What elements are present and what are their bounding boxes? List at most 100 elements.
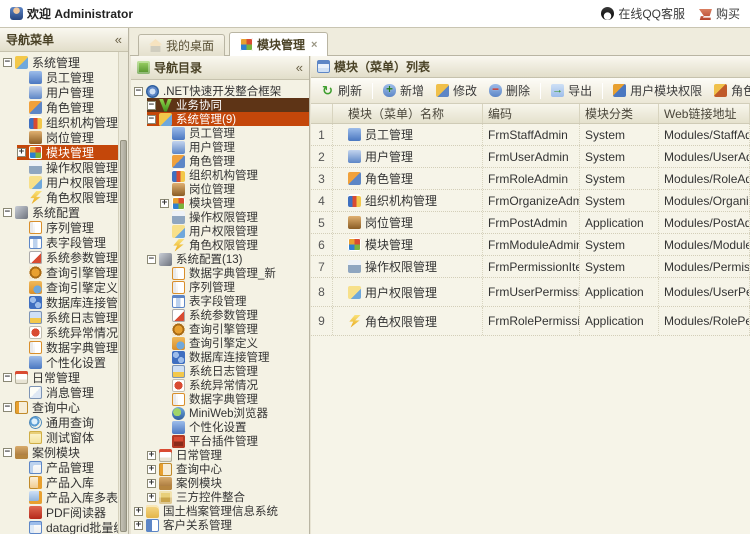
tree-item[interactable]: 数据字典管理 xyxy=(0,340,118,355)
tree-item[interactable]: 表字段管理 xyxy=(0,235,118,250)
tree-item[interactable]: 个性化设置 xyxy=(131,420,309,434)
tree-item[interactable]: 数据字典管理 xyxy=(131,392,309,406)
tree-item[interactable]: 日常管理 xyxy=(131,448,309,462)
column-header[interactable]: 编码 xyxy=(483,104,580,123)
toolbar-button[interactable]: 修改 xyxy=(430,79,483,102)
tree-item[interactable]: MiniWeb浏览器 xyxy=(131,406,309,420)
tree-item[interactable]: 用户管理 xyxy=(0,85,118,100)
table-row[interactable]: 2 用户管理 FrmUserAdminSystemModules/UserAdmin xyxy=(311,146,750,168)
tree-item[interactable]: 测试窗体 xyxy=(0,430,118,445)
tree-item[interactable]: 查询引擎管理 xyxy=(0,265,118,280)
tree-item[interactable]: datagrid批量编辑 xyxy=(0,520,118,534)
tree-item[interactable]: 角色权限管理 xyxy=(131,238,309,252)
expand-toggle[interactable] xyxy=(147,478,156,488)
tree-item[interactable]: 日常管理 xyxy=(0,370,118,385)
expand-toggle[interactable] xyxy=(3,373,12,382)
tree-item[interactable]: 系统配置 xyxy=(0,205,118,220)
tree-item[interactable]: 系统日志管理 xyxy=(131,364,309,378)
close-icon[interactable]: × xyxy=(311,39,317,51)
left-scrollbar[interactable] xyxy=(118,52,128,534)
tree-item[interactable]: 模块管理 xyxy=(0,145,118,160)
tree-item[interactable]: 系统管理 xyxy=(0,55,118,70)
column-header[interactable] xyxy=(311,104,333,123)
table-row[interactable]: 8 用户权限管理 FrmUserPermissionAApplicationModu… xyxy=(311,278,750,307)
column-header[interactable]: Web链接地址 xyxy=(659,104,750,123)
expand-toggle[interactable] xyxy=(147,254,156,264)
tree-item[interactable]: 操作权限管理 xyxy=(131,210,309,224)
tree-item[interactable]: 组织机构管理 xyxy=(131,168,309,182)
tree-item[interactable]: 角色管理 xyxy=(0,100,118,115)
tree-item[interactable]: 序列管理 xyxy=(131,280,309,294)
tree-item[interactable]: PDF阅读器 xyxy=(0,505,118,520)
left-scrollbar-thumb[interactable] xyxy=(120,140,127,532)
tree-item[interactable]: 用户权限管理 xyxy=(0,175,118,190)
table-row[interactable]: 9 角色权限管理 FrmRolePermissionAApplicationModu… xyxy=(311,307,750,336)
table-row[interactable]: 3 角色管理 FrmRoleAdminSystemModules/RoleAdmin xyxy=(311,168,750,190)
tree-item[interactable]: 三方控件整合 xyxy=(131,490,309,504)
tree-item[interactable]: 数据库连接管理 xyxy=(0,295,118,310)
table-row[interactable]: 6 模块管理 FrmModuleAdminSystemModules/ModuleA… xyxy=(311,234,750,256)
tree-item[interactable]: 消息管理 xyxy=(0,385,118,400)
tree-item[interactable]: 个性化设置 xyxy=(0,355,118,370)
tree-item[interactable]: 产品入库多表分页 xyxy=(0,490,118,505)
tree-item[interactable]: 用户权限管理 xyxy=(131,224,309,238)
tree-item[interactable]: 查询中心 xyxy=(131,462,309,476)
tree-item[interactable]: 角色权限管理 xyxy=(0,190,118,205)
tree-item[interactable]: 员工管理 xyxy=(0,70,118,85)
tree-item[interactable]: 查询引擎定义 xyxy=(0,280,118,295)
expand-toggle[interactable] xyxy=(147,464,156,474)
tree-item[interactable]: 系统异常情况 xyxy=(0,325,118,340)
tree-item[interactable]: 模块管理 xyxy=(131,196,309,210)
tree-item[interactable]: 数据库连接管理 xyxy=(131,350,309,364)
tree-item[interactable]: 查询引擎定义 xyxy=(131,336,309,350)
expand-toggle[interactable] xyxy=(147,450,156,460)
expand-toggle[interactable] xyxy=(134,520,143,530)
expand-toggle[interactable] xyxy=(147,114,156,124)
table-row[interactable]: 7 操作权限管理 FrmPermissionItemASystemModules/P… xyxy=(311,256,750,278)
expand-toggle[interactable] xyxy=(3,448,12,457)
expand-toggle[interactable] xyxy=(3,58,12,67)
expand-toggle[interactable] xyxy=(3,403,12,412)
tree-item[interactable]: 系统异常情况 xyxy=(131,378,309,392)
tree-item[interactable]: 系统参数管理 xyxy=(0,250,118,265)
qq-service-link[interactable]: 在线QQ客服 xyxy=(601,5,685,22)
tree-item[interactable]: .NET快速开发整合框架 xyxy=(131,84,309,98)
tree-item[interactable]: 系统参数管理 xyxy=(131,308,309,322)
tree-item[interactable]: 案例模块 xyxy=(0,445,118,460)
expand-toggle[interactable] xyxy=(17,148,26,157)
tree-item[interactable]: 角色管理 xyxy=(131,154,309,168)
tree-item[interactable]: 客户关系管理 xyxy=(131,518,309,532)
tree-item[interactable]: 用户管理 xyxy=(131,140,309,154)
tree-item[interactable]: 操作权限管理 xyxy=(0,160,118,175)
expand-toggle[interactable] xyxy=(3,208,12,217)
tree-item[interactable]: 产品管理 xyxy=(0,460,118,475)
expand-toggle[interactable] xyxy=(147,492,156,502)
table-row[interactable]: 4 组织机构管理 FrmOrganizeAdminSystemModules/Org… xyxy=(311,190,750,212)
toolbar-button[interactable]: 删除 xyxy=(483,79,536,102)
expand-toggle[interactable] xyxy=(134,86,143,96)
tree-item[interactable]: 平台插件管理 xyxy=(131,434,309,448)
tree-item[interactable]: 员工管理 xyxy=(131,126,309,140)
tree-item[interactable]: 数据字典管理_新 xyxy=(131,266,309,280)
tree-item[interactable]: 业务协同 xyxy=(131,98,309,112)
tab-item[interactable]: 我的桌面 xyxy=(138,34,226,56)
tree-item[interactable]: 系统配置(13) xyxy=(131,252,309,266)
collapse-nav-icon[interactable]: « xyxy=(296,60,303,75)
tab-active[interactable]: 模块管理 × xyxy=(229,32,329,56)
table-row[interactable]: 5 岗位管理 FrmPostAdmin Application Modules/Post… xyxy=(311,212,750,234)
tree-item[interactable]: 岗位管理 xyxy=(0,130,118,145)
tree-item[interactable]: 通用查询 xyxy=(0,415,118,430)
toolbar-button[interactable]: 新增 xyxy=(377,79,430,102)
tree-item[interactable]: 案例模块 xyxy=(131,476,309,490)
toolbar-button[interactable]: 导出 xyxy=(545,79,598,102)
expand-toggle[interactable] xyxy=(147,100,156,110)
tree-item[interactable]: 系统管理(9) xyxy=(131,112,309,126)
tree-item[interactable]: 国土档案管理信息系统 xyxy=(131,504,309,518)
toolbar-button[interactable]: 角色模块权限 xyxy=(708,79,750,102)
tree-item[interactable]: 序列管理 xyxy=(0,220,118,235)
tree-item[interactable]: 岗位管理 xyxy=(131,182,309,196)
column-header[interactable]: 模块分类 xyxy=(580,104,659,123)
tree-item[interactable]: 查询中心 xyxy=(0,400,118,415)
tree-item[interactable]: 系统日志管理 xyxy=(0,310,118,325)
tree-item[interactable]: 组织机构管理 xyxy=(0,115,118,130)
